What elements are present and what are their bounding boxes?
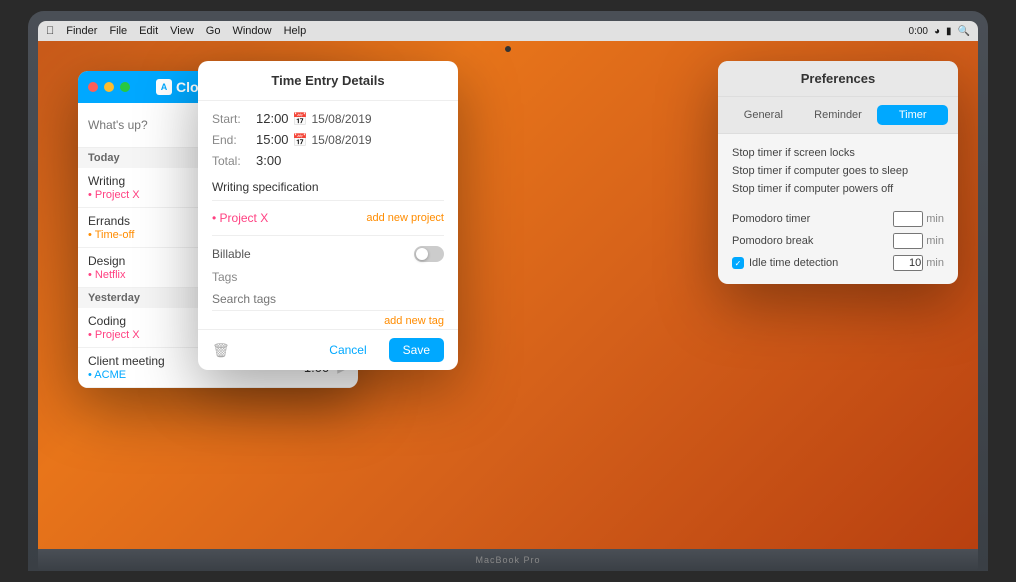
modal-body: Start: 12:00 📅 15/08/2019 End: 15:00 📅 1… bbox=[198, 101, 458, 321]
modal-title: Time Entry Details bbox=[198, 61, 458, 101]
end-calendar-icon[interactable]: 📅 bbox=[293, 133, 308, 147]
total-row: Total: 3:00 bbox=[212, 153, 444, 168]
total-time: 3:00 bbox=[256, 153, 281, 168]
tab-timer[interactable]: Timer bbox=[877, 105, 948, 125]
camera-dot bbox=[505, 46, 511, 52]
pref-divider bbox=[732, 198, 944, 208]
tags-label: Tags bbox=[212, 270, 444, 284]
delete-icon[interactable]: 🗑 bbox=[212, 342, 230, 359]
menu-bar-right: 0:00 ◕ ▮ 🔍 bbox=[909, 26, 970, 37]
pref-option-power: Stop timer if computer powers off bbox=[732, 180, 944, 198]
end-label: End: bbox=[212, 133, 256, 147]
pomodoro-timer-unit: min bbox=[926, 213, 944, 225]
billable-label: Billable bbox=[212, 247, 251, 261]
maximize-button[interactable] bbox=[120, 82, 130, 92]
tab-general[interactable]: General bbox=[728, 105, 799, 125]
billable-row: Billable bbox=[212, 242, 444, 266]
pomodoro-break-label: Pomodoro break bbox=[732, 235, 893, 247]
end-row: End: 15:00 📅 15/08/2019 bbox=[212, 132, 444, 147]
end-time[interactable]: 15:00 bbox=[256, 132, 289, 147]
option-text: Stop timer if screen locks bbox=[732, 147, 855, 159]
project-row: • Project X add new project bbox=[212, 207, 444, 229]
time-entry-modal: Time Entry Details Start: 12:00 📅 15/08/… bbox=[198, 61, 458, 370]
add-project-link[interactable]: add new project bbox=[366, 212, 444, 224]
option-text: Stop timer if computer goes to sleep bbox=[732, 165, 908, 177]
start-date: 15/08/2019 bbox=[312, 112, 372, 126]
start-time[interactable]: 12:00 bbox=[256, 111, 289, 126]
yesterday-label: Yesterday bbox=[88, 292, 140, 304]
footer-buttons: Cancel Save bbox=[315, 338, 444, 362]
tab-reminder[interactable]: Reminder bbox=[803, 105, 874, 125]
option-text: Stop timer if computer powers off bbox=[732, 183, 893, 195]
macbook-label: MacBook Pro bbox=[475, 555, 540, 565]
total-label: Total: bbox=[212, 154, 256, 168]
wifi-icon: ◕ bbox=[934, 26, 940, 37]
idle-detection-label: Idle time detection bbox=[749, 257, 893, 269]
idle-detection-row: ✓ Idle time detection min bbox=[732, 252, 944, 274]
preferences-window: Preferences General Reminder Timer Stop … bbox=[718, 61, 958, 284]
start-calendar-icon[interactable]: 📅 bbox=[293, 112, 308, 126]
divider bbox=[212, 235, 444, 236]
minimize-button[interactable] bbox=[104, 82, 114, 92]
pomodoro-break-row: Pomodoro break min bbox=[732, 230, 944, 252]
idle-unit: min bbox=[926, 257, 944, 269]
billable-toggle[interactable] bbox=[414, 246, 444, 262]
pomodoro-timer-input[interactable] bbox=[893, 211, 923, 227]
modal-footer: 🗑 Cancel Save bbox=[198, 329, 458, 370]
laptop-bottom: MacBook Pro bbox=[38, 549, 978, 571]
apple-icon[interactable]:  bbox=[46, 25, 54, 37]
cancel-button[interactable]: Cancel bbox=[315, 338, 380, 362]
menu-edit[interactable]: Edit bbox=[139, 25, 158, 37]
pref-option-screen: Stop timer if screen locks bbox=[732, 144, 944, 162]
search-icon[interactable]: 🔍 bbox=[958, 26, 970, 37]
tags-input[interactable] bbox=[212, 288, 444, 311]
add-tag-link[interactable]: add new tag bbox=[384, 315, 444, 327]
pomodoro-break-unit: min bbox=[926, 235, 944, 247]
menu-window[interactable]: Window bbox=[232, 25, 271, 37]
description-input[interactable] bbox=[212, 174, 444, 201]
preferences-tabs: General Reminder Timer bbox=[718, 97, 958, 134]
close-button[interactable] bbox=[88, 82, 98, 92]
pomodoro-timer-label: Pomodoro timer bbox=[732, 213, 893, 225]
idle-checkbox[interactable]: ✓ bbox=[732, 257, 744, 269]
menu-bar:  Finder File Edit View Go Window Help 0… bbox=[38, 21, 978, 41]
menu-help[interactable]: Help bbox=[284, 25, 307, 37]
laptop-shell:  Finder File Edit View Go Window Help 0… bbox=[28, 11, 988, 571]
menu-view[interactable]: View bbox=[170, 25, 194, 37]
pomodoro-break-input[interactable] bbox=[893, 233, 923, 249]
start-row: Start: 12:00 📅 15/08/2019 bbox=[212, 111, 444, 126]
pref-option-sleep: Stop timer if computer goes to sleep bbox=[732, 162, 944, 180]
menu-go[interactable]: Go bbox=[206, 25, 221, 37]
today-label: Today bbox=[88, 152, 120, 164]
preferences-title: Preferences bbox=[718, 61, 958, 97]
entry-project[interactable]: • ACME bbox=[88, 369, 296, 381]
desktop: A Clockify ↻ ☰ 00:00:00 ▶ ☰ Today bbox=[38, 41, 978, 549]
battery-icon: ▮ bbox=[946, 26, 952, 37]
menu-finder[interactable]: Finder bbox=[66, 25, 97, 37]
project-tag[interactable]: • Project X bbox=[212, 211, 268, 225]
preferences-body: Stop timer if screen locks Stop timer if… bbox=[718, 134, 958, 284]
menu-file[interactable]: File bbox=[109, 25, 127, 37]
start-label: Start: bbox=[212, 112, 256, 126]
save-button[interactable]: Save bbox=[389, 338, 444, 362]
logo-icon: A bbox=[156, 79, 172, 95]
tags-section: Tags add new tag bbox=[212, 270, 444, 311]
end-date: 15/08/2019 bbox=[312, 133, 372, 147]
clock-display: 0:00 bbox=[909, 26, 928, 37]
toggle-knob bbox=[416, 248, 428, 260]
pomodoro-timer-row: Pomodoro timer min bbox=[732, 208, 944, 230]
idle-value-input[interactable] bbox=[893, 255, 923, 271]
screen-bezel:  Finder File Edit View Go Window Help 0… bbox=[38, 21, 978, 549]
